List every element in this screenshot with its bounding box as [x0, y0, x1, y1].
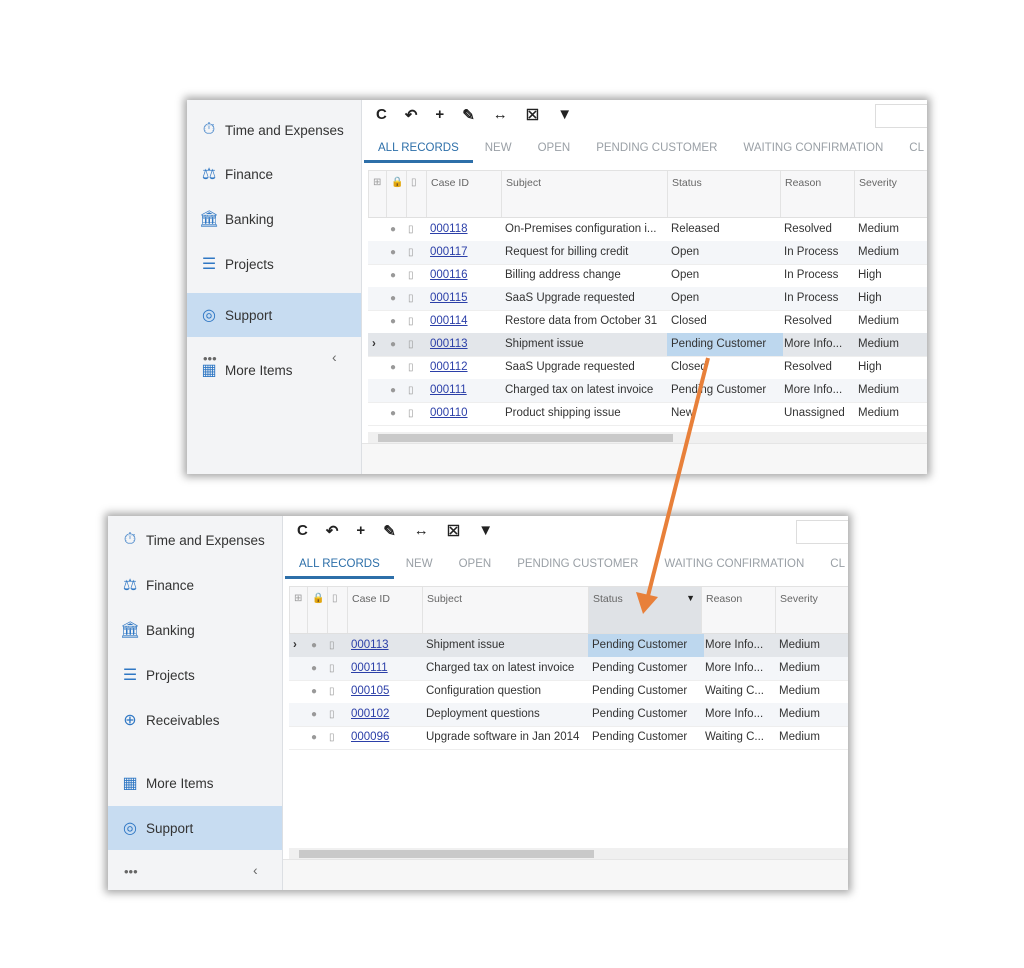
arrow-head — [636, 592, 658, 614]
annotation-arrow — [636, 357, 710, 614]
arrow-line — [646, 357, 710, 597]
